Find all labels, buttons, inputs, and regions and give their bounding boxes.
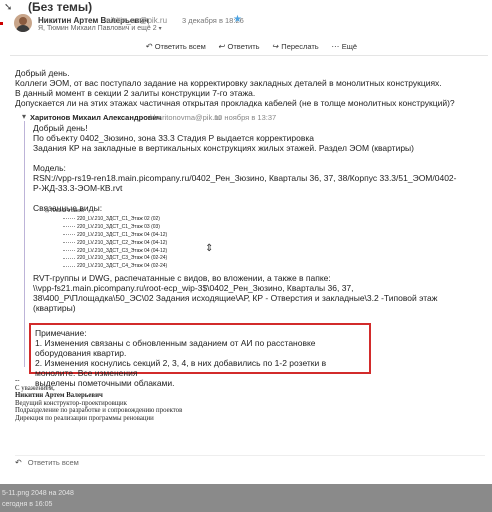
body-line: В данный момент в секции 2 залиты констр… bbox=[15, 88, 256, 98]
tree-item[interactable]: 220_LV.210_ЗДСТ_С3_Этаж 04 (02-24) bbox=[45, 255, 167, 263]
signature-line: Дирекция по реализации программы реновац… bbox=[15, 414, 154, 422]
signature-dash: -- bbox=[15, 377, 20, 384]
tree-item-label: 220_LV.210_ЗДСТ_С3_Этаж 04 (04-12) bbox=[77, 247, 168, 254]
tree-item[interactable]: 220_LV.210_ЗДСТ_С2_Этаж 04 (04-12) bbox=[45, 240, 167, 248]
model-path-line[interactable]: Р-ЖД-33.3-ЭОМ-КВ.rvt bbox=[33, 183, 457, 193]
red-marker bbox=[0, 22, 3, 25]
more-label: Ещё bbox=[341, 42, 358, 51]
reply-label: Ответить bbox=[227, 42, 260, 51]
quote-date: 10 ноября в 13:37 bbox=[214, 113, 277, 122]
quote-body: Добрый день! По объекту 0402_Зюзино, зон… bbox=[33, 123, 457, 213]
tree-item[interactable]: 220_LV.210_ЗДСТ_С1_Этаж 04 (04-12) bbox=[45, 232, 167, 240]
message-body: Добрый день. Коллеги ЭОМ, от вас поступа… bbox=[15, 68, 455, 108]
signature-name: Никитин Артем Валерьевич bbox=[15, 392, 103, 400]
mouse-cursor-icon: ⇕ bbox=[205, 243, 214, 254]
tree-item-label: 220_LV.210_ЗДСТ_С1_Этаж 03 (03) bbox=[77, 223, 160, 230]
signature-line: Подразделение по разработке и сопровожде… bbox=[15, 407, 183, 415]
tree-item-label: 220_LV.210_ЗДСТ_С4_Этаж 04 (02-24) bbox=[77, 263, 168, 270]
tree-item-label: 220_LV.210_ЗДСТ_С1_Этаж 02 (02) bbox=[77, 215, 160, 222]
quote-bar bbox=[24, 121, 25, 367]
chevron-down-icon: ▾ bbox=[158, 26, 162, 32]
reply-all-button[interactable]: ↶ Ответить всем bbox=[145, 42, 206, 51]
tree-item-label: 220_LV.210_ЗДСТ_С2_Этаж 04 (04-12) bbox=[77, 239, 168, 246]
forward-button[interactable]: ↪ Переслать bbox=[272, 42, 319, 51]
sender-email[interactable]: nikitin_av@pik.ru bbox=[106, 16, 167, 25]
tree-item[interactable]: 220_LV.210_ЗДСТ_С1_Этаж 02 (02) bbox=[45, 216, 167, 224]
star-icon[interactable]: ★ bbox=[233, 14, 242, 25]
body-line: Добрый день. bbox=[15, 68, 70, 78]
more-button[interactable]: ⋯ Ещё bbox=[331, 42, 357, 51]
footer-filename: 5-11.png 2048 на 2048 bbox=[2, 490, 74, 497]
rvt-line: RVT-группы и DWG, распечатанные с видов,… bbox=[33, 273, 331, 283]
reply-all-footer-button[interactable]: ↶ Ответить всем bbox=[15, 455, 485, 469]
reply-button[interactable]: ↩ Ответить bbox=[218, 42, 260, 51]
back-arrow-icon[interactable]: ➘ bbox=[4, 2, 12, 13]
tree-item[interactable]: 220_LV.210_ЗДСТ_С3_Этаж 04 (04-12) bbox=[45, 248, 167, 256]
more-icon: ⋯ bbox=[330, 42, 339, 51]
footer-timestamp: сегодня в 16:05 bbox=[2, 501, 53, 508]
folder-path-line[interactable]: 38\400_Р\Площадка\50_ЭС\02 Задания исход… bbox=[33, 293, 437, 303]
recipients[interactable]: Я, Тюмин Михаил Павлович и ещё 2 ▾ bbox=[38, 25, 162, 32]
body-line: Допускается ли на этих этажах частичная … bbox=[15, 98, 455, 108]
signature-line: Ведущий конструктор-проектировщик bbox=[15, 399, 127, 407]
quote-line: Задания КР на закладные в вертикальных к… bbox=[33, 143, 414, 153]
signature-greeting: С уважением, bbox=[15, 384, 55, 392]
message-subject: (Без темы) bbox=[28, 0, 93, 14]
tree-item[interactable]: 220_LV.210_ЗДСТ_С4_Этаж 04 (02-24) bbox=[45, 263, 167, 271]
linked-views-tree: ⊟ Планы этажей 220_LV.210_ЗДСТ_С1_Этаж 0… bbox=[45, 208, 167, 271]
note-line: 1. Изменения связаны с обновленным задан… bbox=[35, 338, 316, 358]
quote-line: Добрый день! bbox=[33, 123, 88, 133]
note-line: 2. Изменения коснулись секций 2, 3, 4, в… bbox=[35, 358, 327, 378]
rvt-info: RVT-группы и DWG, распечатанные с видов,… bbox=[33, 273, 437, 313]
quote-line bbox=[33, 153, 457, 163]
recipients-text: Я, Тюмин Михаил Павлович и ещё 2 bbox=[38, 25, 157, 32]
tree-item-label: 220_LV.210_ЗДСТ_С1_Этаж 04 (04-12) bbox=[77, 231, 168, 238]
reply-icon: ↩ bbox=[217, 42, 225, 51]
tree-root-label: Планы этажей bbox=[50, 208, 85, 214]
folder-path-line[interactable]: (квартиры) bbox=[33, 303, 437, 313]
tree-item[interactable]: 220_LV.210_ЗДСТ_С1_Этаж 03 (03) bbox=[45, 224, 167, 232]
body-line: Коллеги ЭОМ, от вас поступало задание на… bbox=[15, 78, 442, 88]
note-title: Примечание: bbox=[35, 328, 87, 338]
reply-all-label: Ответить всем bbox=[154, 42, 206, 51]
tree-root[interactable]: ⊟ Планы этажей bbox=[45, 208, 167, 216]
reply-all-icon: ↶ bbox=[15, 458, 22, 467]
model-path-line[interactable]: RSN://vpp-rs19-ren18.main.picompany.ru/0… bbox=[33, 173, 457, 183]
tree-item-label: 220_LV.210_ЗДСТ_С3_Этаж 04 (02-24) bbox=[77, 255, 168, 262]
note-box: Примечание: 1. Изменения связаны с обнов… bbox=[29, 323, 371, 388]
signature: -- С уважением, Никитин Артем Валерьевич… bbox=[15, 377, 182, 423]
avatar[interactable] bbox=[14, 14, 32, 32]
quote-line: По объекту 0402_Зюзино, зона 33.3 Стадия… bbox=[33, 133, 315, 143]
quote-sender-email[interactable]: kharitonovma@pik.ru bbox=[150, 113, 221, 122]
quote-sender-name[interactable]: Харитонов Михаил Александрович bbox=[30, 113, 161, 122]
divider bbox=[10, 55, 488, 56]
image-viewer-footer bbox=[0, 484, 492, 512]
forward-label: Переслать bbox=[281, 42, 319, 51]
quote-collapse-icon[interactable]: ▾ bbox=[22, 112, 26, 121]
quote-line: Модель: bbox=[33, 163, 66, 173]
reply-all-footer-label: Ответить всем bbox=[27, 458, 79, 467]
quote-line bbox=[33, 193, 457, 203]
folder-path-line[interactable]: \\vpp-fs21.main.picompany.ru\root-ecp_wi… bbox=[33, 283, 437, 293]
reply-all-icon: ↶ bbox=[145, 42, 152, 51]
forward-icon: ↪ bbox=[271, 42, 279, 51]
message-actions: ↶ Ответить всем ↩ Ответить ↪ Переслать ⋯ Ещё bbox=[145, 42, 357, 51]
